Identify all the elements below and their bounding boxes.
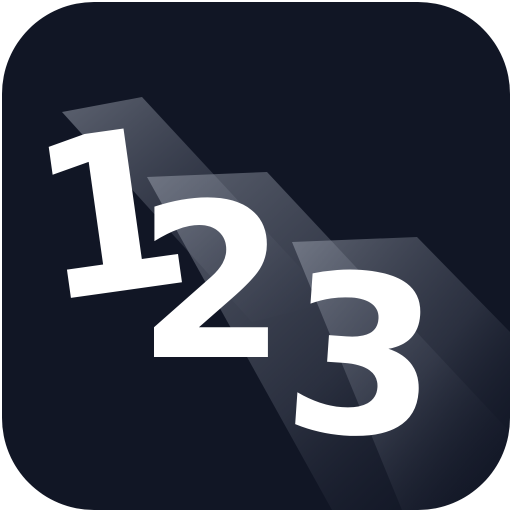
digit-two: 2	[137, 157, 287, 408]
app-icon[interactable]: 1 2 3	[2, 2, 510, 510]
app-icon-container: 1 2 3	[0, 0, 512, 512]
digit-three: 3	[277, 224, 448, 490]
app-icon-artwork: 1 2 3	[17, 78, 510, 510]
digits-group: 1 2 3	[17, 78, 447, 490]
